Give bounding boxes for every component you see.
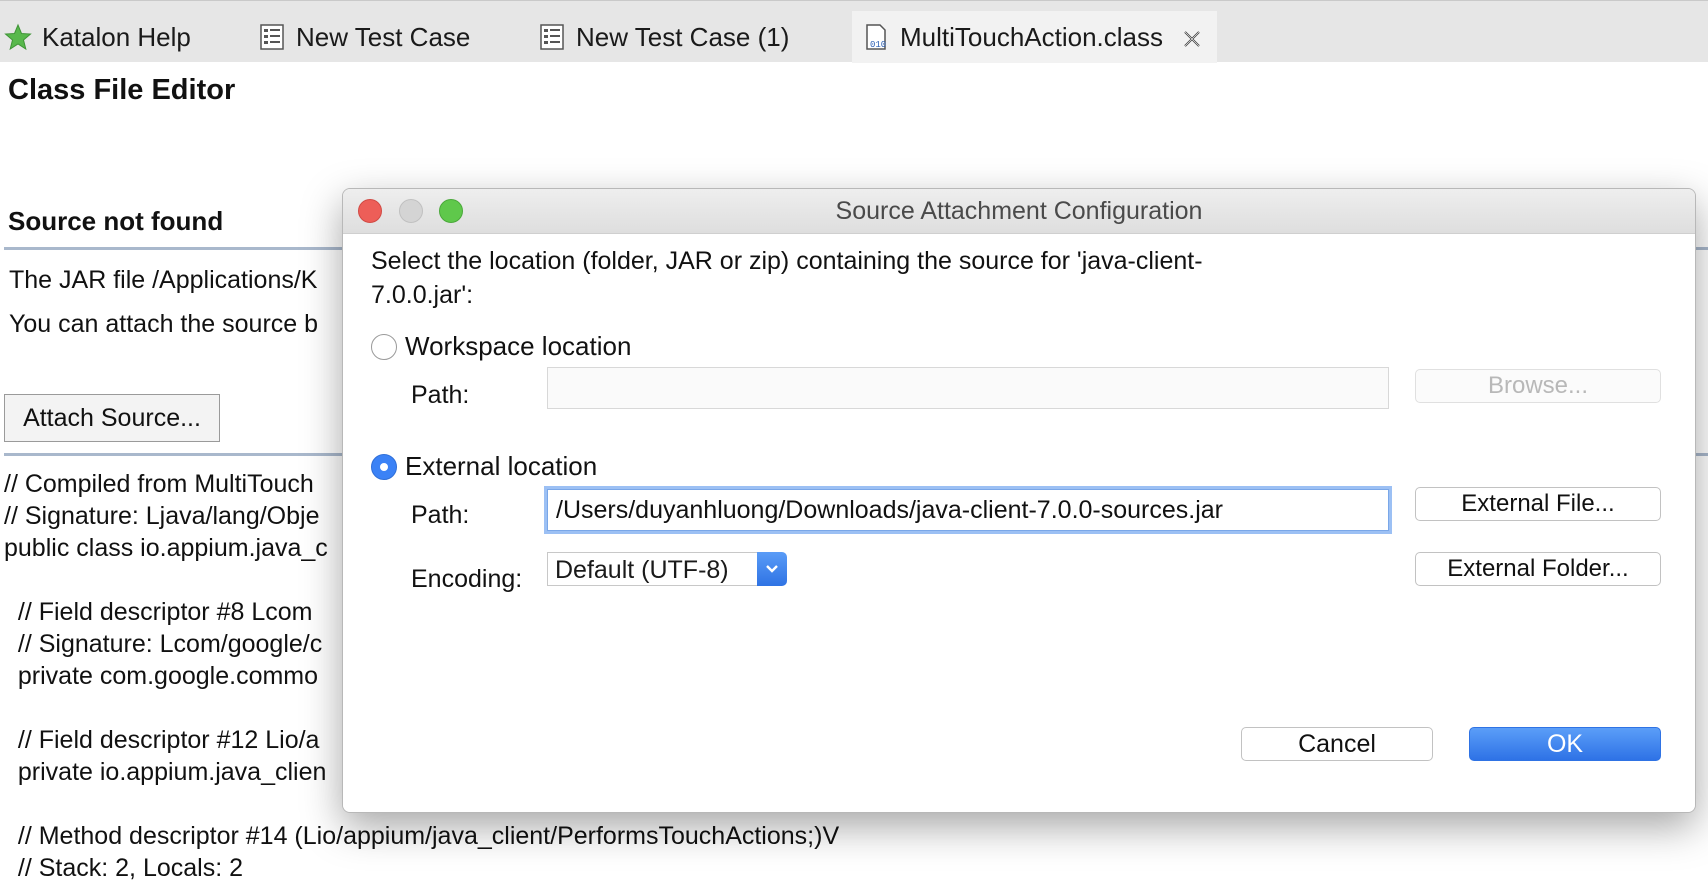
ok-button[interactable]: OK (1469, 727, 1661, 761)
workspace-path-input[interactable] (547, 367, 1389, 409)
cancel-button[interactable]: Cancel (1241, 727, 1433, 761)
test-case-icon (258, 23, 286, 51)
external-location-radio[interactable] (371, 453, 397, 480)
encoding-select-value: Default (UTF-8) (547, 552, 757, 586)
chevron-down-icon[interactable] (757, 552, 787, 586)
source-attachment-dialog: Source Attachment Configuration Select t… (342, 188, 1696, 813)
close-tab-icon[interactable] (1181, 26, 1203, 48)
tab-label: New Test Case (296, 21, 471, 52)
external-path-input[interactable] (547, 489, 1389, 531)
workspace-path-label: Path: (411, 381, 470, 409)
editor-tab-bar: Katalon Help New Test Case New Test Case… (0, 0, 1708, 63)
external-location-label: External location (405, 451, 598, 481)
browse-button[interactable]: Browse... (1415, 369, 1661, 403)
tab-label: MultiTouchAction.class (900, 21, 1163, 52)
external-location-radio-row[interactable]: External location (371, 451, 597, 482)
source-not-found-heading: Source not found (8, 206, 224, 236)
jar-message: The JAR file /Applications/K (9, 266, 318, 294)
class-file-icon: 010 (862, 23, 890, 51)
dialog-body: Select the location (folder, JAR or zip)… (343, 234, 1695, 812)
test-case-icon (538, 23, 566, 51)
encoding-select[interactable]: Default (UTF-8) (547, 552, 787, 586)
editor-title: Class File Editor (8, 74, 236, 106)
tab-multitouchaction-class[interactable]: 010 MultiTouchAction.class (852, 11, 1217, 63)
workspace-location-label: Workspace location (405, 331, 632, 361)
attach-hint-message: You can attach the source b (9, 310, 319, 338)
workspace-location-radio[interactable] (371, 333, 397, 360)
tab-label: Katalon Help (42, 21, 191, 52)
star-icon (4, 23, 32, 51)
svg-text:010: 010 (870, 40, 886, 50)
external-path-label: Path: (411, 501, 470, 529)
encoding-label: Encoding: (411, 565, 523, 593)
dialog-title: Source Attachment Configuration (835, 197, 1203, 225)
external-file-button[interactable]: External File... (1415, 487, 1661, 521)
tab-new-test-case[interactable]: New Test Case (258, 11, 470, 63)
tab-label: New Test Case (1) (576, 21, 790, 52)
workspace-location-radio-row[interactable]: Workspace location (371, 331, 631, 362)
tab-katalon-help[interactable]: Katalon Help (4, 11, 191, 63)
dialog-description: Select the location (folder, JAR or zip)… (371, 247, 1203, 309)
dialog-titlebar: Source Attachment Configuration (343, 189, 1695, 234)
external-folder-button[interactable]: External Folder... (1415, 552, 1661, 586)
tab-new-test-case-1[interactable]: New Test Case (1) (538, 11, 789, 63)
attach-source-button[interactable]: Attach Source... (4, 394, 220, 442)
